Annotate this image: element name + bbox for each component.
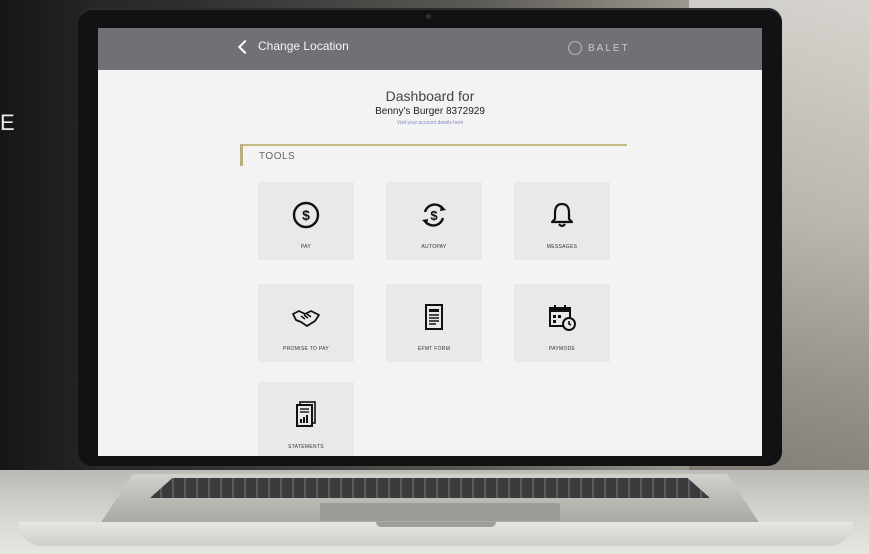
bell-icon: [550, 202, 574, 228]
brand-logo: BALET: [568, 41, 630, 55]
laptop-keyboard: [150, 478, 710, 498]
svg-text:$: $: [302, 207, 310, 223]
tool-tile-statements[interactable]: STATEMENTS: [258, 382, 354, 456]
chevron-left-icon: [237, 39, 253, 54]
tool-tile-paymode[interactable]: PAYMODE: [514, 284, 610, 362]
laptop-trackpad: [320, 503, 560, 521]
change-location-label: Change Location: [258, 39, 349, 53]
tool-label-messages: MESSAGES: [546, 244, 578, 250]
background-side-text: E: [0, 110, 16, 135]
account-name: Benny's Burger 8372929: [375, 106, 485, 117]
svg-text:$: $: [430, 208, 438, 223]
app-header: Change Location BALET: [98, 28, 762, 70]
document-form-icon: [425, 304, 443, 330]
calendar-clock-icon: [549, 305, 576, 331]
tool-label-efmt-form: EFMT FORM: [417, 346, 451, 352]
account-details-link[interactable]: Visit your account details here: [98, 120, 762, 126]
tool-label-promise-to-pay: PROMISE TO PAY: [282, 346, 330, 352]
tools-divider: [243, 144, 627, 146]
change-location-button[interactable]: Change Location: [237, 39, 349, 54]
tools-section-header: TOOLS: [240, 144, 627, 166]
camera-dot: [426, 14, 431, 19]
tool-label-autopay: AUTOPAY: [421, 244, 447, 250]
tool-tile-autopay[interactable]: $ AUTOPAY: [386, 182, 482, 260]
tool-tile-messages[interactable]: MESSAGES: [514, 182, 610, 260]
dollar-circle-icon: $: [292, 201, 320, 229]
tool-label-pay: PAY: [300, 244, 312, 250]
handshake-icon: [292, 310, 320, 327]
laptop-notch: [376, 522, 496, 527]
tool-tile-promise-to-pay[interactable]: PROMISE TO PAY: [258, 284, 354, 362]
tool-label-statements: STATEMENTS: [288, 444, 324, 450]
brand-label: BALET: [588, 42, 630, 54]
brand-circle-icon: [568, 41, 582, 55]
laptop-screen: Change Location BALET Dashboard for Benn…: [98, 28, 762, 456]
tool-tile-pay[interactable]: $ PAY: [258, 182, 354, 260]
statement-chart-icon: [296, 401, 316, 427]
autopay-refresh-dollar-icon: $: [422, 203, 446, 227]
tool-tile-efmt-form[interactable]: EFMT FORM: [386, 284, 482, 362]
dashboard-title: Dashboard for: [385, 88, 475, 104]
tool-label-paymode: PAYMODE: [548, 346, 576, 352]
laptop-lid: Change Location BALET Dashboard for Benn…: [78, 8, 782, 466]
tools-label: TOOLS: [259, 151, 296, 162]
